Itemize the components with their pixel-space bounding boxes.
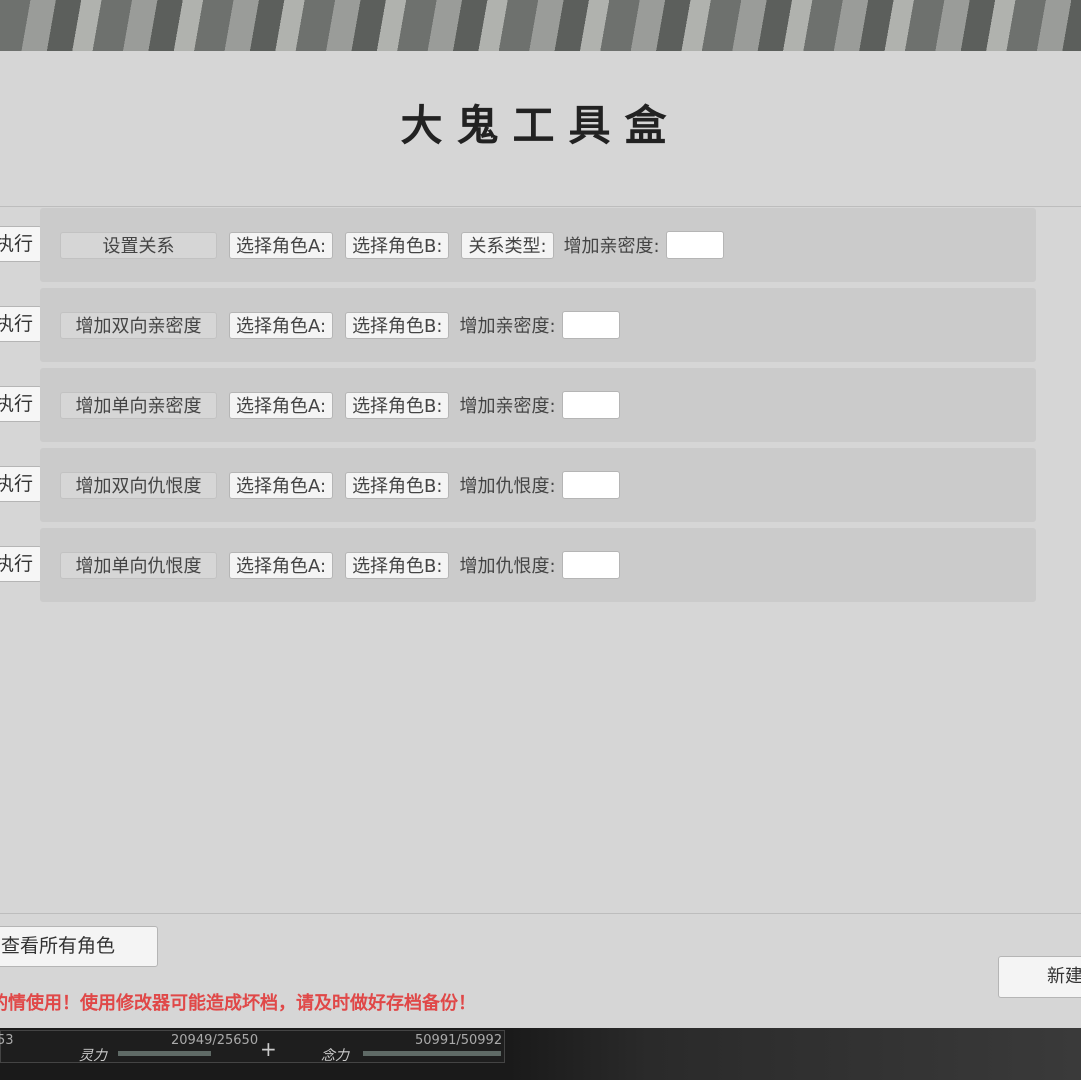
operation-label: 增加单向亲密度 bbox=[60, 391, 217, 419]
action-row: 增加单向亲密度 选择角色A: 选择角色B: 增加亲密度: bbox=[40, 368, 1036, 442]
plus-icon[interactable]: + bbox=[260, 1037, 277, 1061]
amount-input[interactable] bbox=[561, 551, 620, 579]
select-character-b[interactable]: 选择角色B: bbox=[345, 391, 450, 419]
page-title: 大鬼工具盒 bbox=[400, 101, 681, 150]
amount-input[interactable] bbox=[561, 311, 620, 339]
action-row: 增加单向仇恨度 选择角色A: 选择角色B: 增加仇恨度: bbox=[40, 528, 1036, 602]
amount-label: 增加仇恨度: bbox=[459, 556, 556, 577]
select-character-a[interactable]: 选择角色A: bbox=[229, 391, 334, 419]
relation-type-select[interactable]: 关系类型: bbox=[461, 231, 554, 259]
select-character-a[interactable]: 选择角色A: bbox=[229, 231, 334, 259]
new-button[interactable]: 新建 bbox=[998, 956, 1081, 998]
select-character-b[interactable]: 选择角色B: bbox=[345, 231, 450, 259]
execute-button[interactable]: 执行 bbox=[0, 386, 42, 422]
nian-label: 念力 bbox=[321, 1048, 349, 1064]
select-character-a[interactable]: 选择角色A: bbox=[229, 551, 334, 579]
ling-value: 20949/25650 bbox=[171, 1033, 259, 1048]
execute-button[interactable]: 执行 bbox=[0, 546, 42, 582]
action-row: 增加双向亲密度 选择角色A: 选择角色B: 增加亲密度: bbox=[40, 288, 1036, 362]
operation-label: 增加单向仇恨度 bbox=[60, 551, 217, 579]
amount-label: 增加亲密度: bbox=[563, 236, 660, 257]
nian-value: 50991/50992 bbox=[415, 1033, 503, 1048]
amount-input[interactable] bbox=[665, 231, 724, 259]
select-character-a[interactable]: 选择角色A: bbox=[229, 311, 334, 339]
amount-input[interactable] bbox=[561, 391, 620, 419]
amount-label: 增加仇恨度: bbox=[459, 476, 556, 497]
ling-bar bbox=[118, 1051, 212, 1056]
operation-label: 增加双向亲密度 bbox=[60, 311, 217, 339]
divider bbox=[0, 206, 1081, 207]
operation-label: 增加双向仇恨度 bbox=[60, 471, 217, 499]
select-character-b[interactable]: 选择角色B: bbox=[345, 471, 450, 499]
amount-label: 增加亲密度: bbox=[459, 316, 556, 337]
select-character-b[interactable]: 选择角色B: bbox=[345, 551, 450, 579]
operation-label: 设置关系 bbox=[60, 231, 217, 259]
amount-input[interactable] bbox=[561, 471, 620, 499]
action-row: 设置关系 选择角色A: 选择角色B: 关系类型: 增加亲密度: bbox=[40, 208, 1036, 282]
game-background bbox=[0, 0, 1081, 51]
select-character-b[interactable]: 选择角色B: bbox=[345, 311, 450, 339]
view-all-characters-button[interactable]: 查看所有角色 bbox=[0, 926, 158, 967]
execute-button[interactable]: 执行 bbox=[0, 466, 42, 502]
hud-left-value: 53 bbox=[0, 1033, 14, 1048]
warning-text: 酌情使用！使用修改器可能造成坏档，请及时做好存档备份！ bbox=[0, 993, 476, 1014]
hud-stats: 53 灵力 20949/25650 + 念力 50991/50992 bbox=[0, 1030, 505, 1064]
divider bbox=[0, 913, 1081, 914]
select-character-a[interactable]: 选择角色A: bbox=[229, 471, 334, 499]
action-row: 增加双向仇恨度 选择角色A: 选择角色B: 增加仇恨度: bbox=[40, 448, 1036, 522]
execute-button[interactable]: 执行 bbox=[0, 306, 42, 342]
execute-button[interactable]: 执行 bbox=[0, 226, 42, 262]
ling-label: 灵力 bbox=[79, 1048, 107, 1064]
nian-bar bbox=[363, 1051, 501, 1056]
amount-label: 增加亲密度: bbox=[459, 396, 556, 417]
